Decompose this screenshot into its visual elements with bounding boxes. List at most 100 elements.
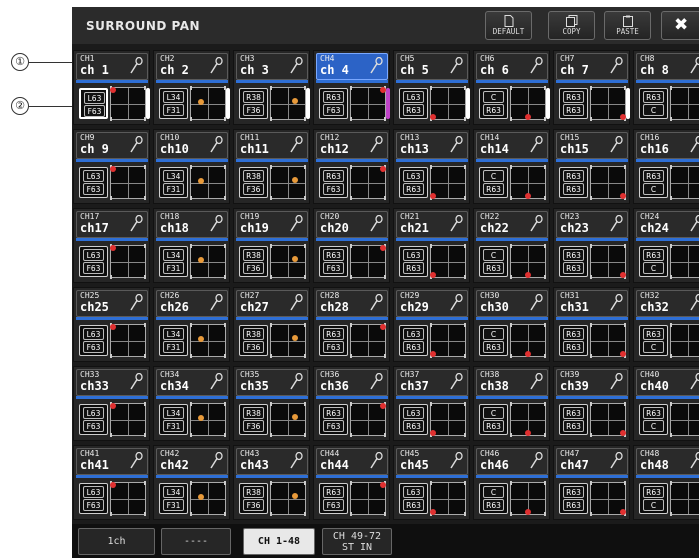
- pan-value-box[interactable]: L34 F31: [159, 325, 188, 356]
- pan-position-dot[interactable]: [380, 482, 387, 489]
- surround-pan-pad[interactable]: [350, 165, 387, 200]
- channel-name-button[interactable]: CH20 ch20: [316, 211, 388, 238]
- surround-pan-pad[interactable]: [190, 402, 226, 437]
- pan-value-box[interactable]: R63 F63: [319, 404, 348, 435]
- channel-name-button[interactable]: CH26 ch26: [156, 290, 228, 317]
- pan-value-box[interactable]: R38 F36: [239, 483, 268, 514]
- pan-position-dot[interactable]: [380, 166, 387, 173]
- surround-pan-pad[interactable]: [429, 481, 466, 516]
- channel-name-button[interactable]: CH6 ch 6: [476, 53, 548, 80]
- pan-position-dot[interactable]: [197, 98, 204, 105]
- pan-value-box[interactable]: C R63: [479, 325, 508, 356]
- channel-name-button[interactable]: CH19 ch19: [236, 211, 308, 238]
- pan-value-box[interactable]: R38 F36: [239, 404, 268, 435]
- surround-pan-pad[interactable]: [270, 323, 306, 358]
- pan-value-box[interactable]: L63 R63: [399, 246, 428, 277]
- surround-pan-pad[interactable]: [590, 323, 627, 358]
- pan-position-dot[interactable]: [197, 177, 204, 184]
- surround-pan-pad[interactable]: [510, 323, 546, 358]
- default-button[interactable]: DEFAULT: [485, 11, 532, 40]
- pan-value-box[interactable]: C R63: [479, 246, 508, 277]
- copy-button[interactable]: COPY: [548, 11, 595, 40]
- pan-value-box[interactable]: R38 F36: [239, 167, 268, 198]
- surround-pan-pad[interactable]: [109, 402, 146, 437]
- pan-value-box[interactable]: R63 C: [639, 325, 668, 356]
- pan-position-dot[interactable]: [380, 245, 387, 252]
- channel-name-button[interactable]: CH16 ch16: [636, 132, 699, 159]
- surround-pan-pad[interactable]: [429, 86, 466, 121]
- pan-value-box[interactable]: R63 C: [639, 246, 668, 277]
- surround-pan-pad[interactable]: [109, 244, 146, 279]
- surround-pan-pad[interactable]: [510, 165, 546, 200]
- pan-position-dot[interactable]: [109, 403, 116, 410]
- surround-pan-pad[interactable]: [109, 86, 146, 121]
- pan-position-dot[interactable]: [620, 192, 627, 199]
- pan-position-dot[interactable]: [620, 271, 627, 278]
- pan-value-box[interactable]: L34 F31: [159, 404, 188, 435]
- pan-position-dot[interactable]: [429, 429, 436, 436]
- channel-name-button[interactable]: CH18 ch18: [156, 211, 228, 238]
- surround-pan-pad[interactable]: [109, 323, 146, 358]
- surround-pan-pad[interactable]: [510, 86, 546, 121]
- surround-pan-pad[interactable]: [270, 244, 306, 279]
- tab-blank[interactable]: ----: [161, 528, 231, 555]
- channel-name-button[interactable]: CH7 ch 7: [556, 53, 628, 80]
- channel-name-button[interactable]: CH5 ch 5: [396, 53, 468, 80]
- pan-value-box[interactable]: R63 R63: [559, 167, 588, 198]
- channel-name-button[interactable]: CH28 ch28: [316, 290, 388, 317]
- surround-pan-pad[interactable]: [350, 402, 387, 437]
- pan-value-box[interactable]: R63 C: [639, 404, 668, 435]
- surround-pan-pad[interactable]: [350, 323, 387, 358]
- surround-pan-pad[interactable]: [670, 323, 699, 358]
- surround-pan-pad[interactable]: [429, 402, 466, 437]
- surround-pan-pad[interactable]: [670, 402, 699, 437]
- pan-value-box[interactable]: R63 C: [639, 167, 668, 198]
- surround-pan-pad[interactable]: [510, 402, 546, 437]
- surround-pan-pad[interactable]: [270, 481, 306, 516]
- pan-position-dot[interactable]: [525, 271, 531, 278]
- pan-position-dot[interactable]: [525, 113, 531, 120]
- pan-position-dot[interactable]: [197, 493, 204, 500]
- pan-position-dot[interactable]: [197, 256, 204, 263]
- surround-pan-pad[interactable]: [670, 165, 699, 200]
- pan-value-box[interactable]: L63 F63: [79, 167, 108, 198]
- pan-value-box[interactable]: R63 F63: [319, 246, 348, 277]
- pan-position-dot[interactable]: [525, 508, 531, 515]
- tab-1ch[interactable]: 1ch: [78, 528, 155, 555]
- surround-pan-pad[interactable]: [510, 481, 546, 516]
- pan-value-box[interactable]: C R63: [479, 167, 508, 198]
- surround-pan-pad[interactable]: [429, 165, 466, 200]
- pan-position-dot[interactable]: [429, 192, 436, 199]
- channel-name-button[interactable]: CH8 ch 8: [636, 53, 699, 80]
- pan-value-box[interactable]: R63 C: [639, 483, 668, 514]
- surround-pan-pad[interactable]: [109, 165, 146, 200]
- pan-value-box[interactable]: R63 R63: [559, 88, 588, 119]
- tab-ch-49-72-st-in[interactable]: CH 49-72 ST IN: [322, 528, 392, 555]
- pan-position-dot[interactable]: [525, 192, 531, 199]
- pan-position-dot[interactable]: [197, 414, 204, 421]
- pan-position-dot[interactable]: [197, 335, 204, 342]
- channel-name-button[interactable]: CH9 ch 9: [76, 132, 148, 159]
- channel-name-button[interactable]: CH11 ch11: [236, 132, 308, 159]
- surround-pan-pad[interactable]: [510, 244, 546, 279]
- channel-name-button[interactable]: CH31 ch31: [556, 290, 628, 317]
- channel-name-button[interactable]: CH42 ch42: [156, 448, 228, 475]
- surround-pan-pad[interactable]: [190, 86, 226, 121]
- pan-position-dot[interactable]: [109, 324, 116, 331]
- pan-value-box[interactable]: L63 R63: [399, 88, 428, 119]
- channel-name-button[interactable]: CH13 ch13: [396, 132, 468, 159]
- surround-pan-pad[interactable]: [270, 402, 306, 437]
- surround-pan-pad[interactable]: [670, 86, 699, 121]
- pan-value-box[interactable]: L63 R63: [399, 404, 428, 435]
- pan-position-dot[interactable]: [429, 508, 436, 515]
- pan-value-box[interactable]: L34 F31: [159, 167, 188, 198]
- surround-pan-pad[interactable]: [429, 323, 466, 358]
- pan-position-dot[interactable]: [109, 87, 116, 94]
- surround-pan-pad[interactable]: [670, 244, 699, 279]
- channel-name-button[interactable]: CH44 ch44: [316, 448, 388, 475]
- pan-position-dot[interactable]: [525, 429, 531, 436]
- surround-pan-pad[interactable]: [350, 481, 387, 516]
- pan-position-dot[interactable]: [429, 113, 436, 120]
- surround-pan-pad[interactable]: [350, 86, 387, 121]
- pan-value-box[interactable]: R38 F36: [239, 246, 268, 277]
